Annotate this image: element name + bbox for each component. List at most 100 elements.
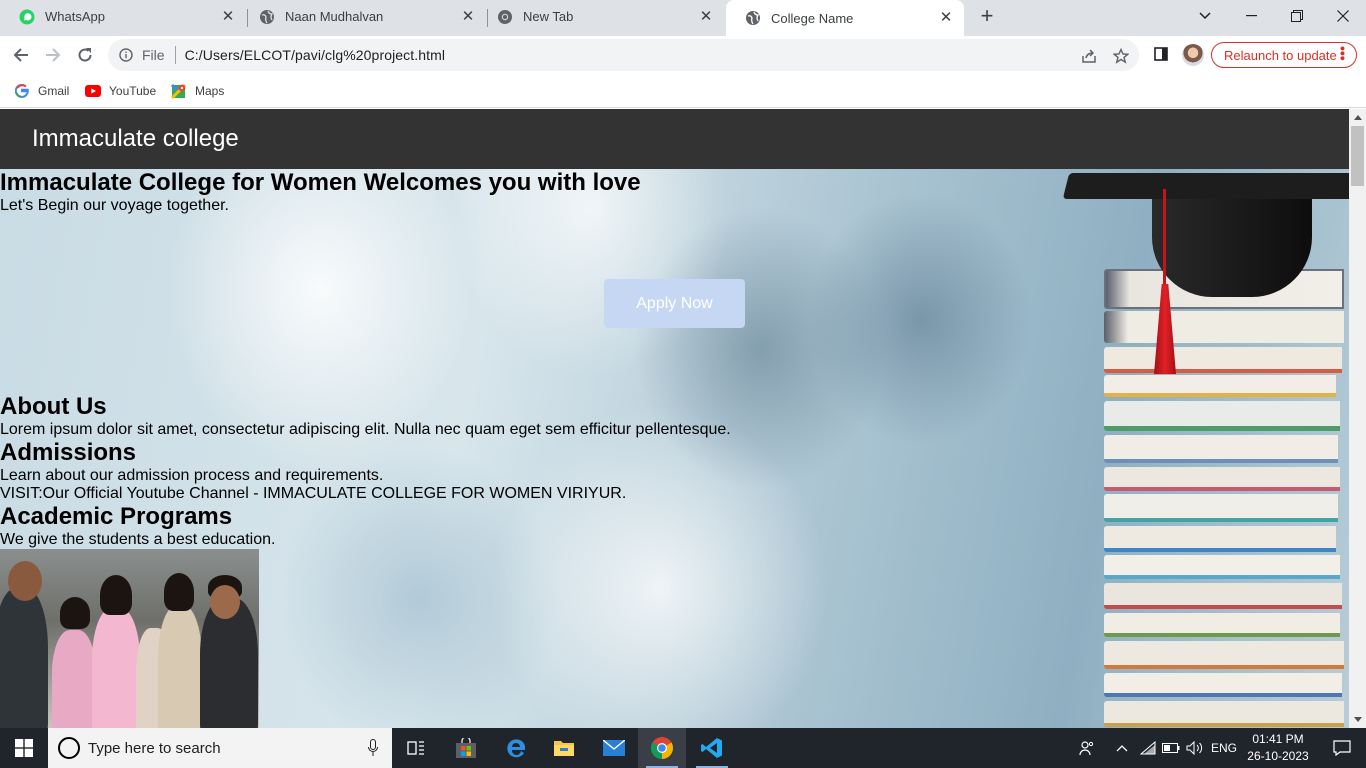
edge-icon: [507, 739, 525, 758]
new-tab-button[interactable]: +: [975, 5, 999, 29]
side-panel-button[interactable]: [1151, 44, 1171, 64]
youtube-icon: [85, 83, 101, 99]
tab-naan-mudhalvan[interactable]: Naan Mudhalvan ✕: [240, 0, 486, 33]
book: [1104, 673, 1342, 697]
person: [0, 588, 48, 728]
chrome-icon: [497, 9, 513, 25]
more-menu-icon: •••: [1335, 46, 1351, 61]
reload-button[interactable]: [70, 40, 100, 70]
tab-college-name[interactable]: College Name ✕: [726, 0, 964, 36]
minimize-button[interactable]: [1228, 0, 1274, 32]
taskbar-chrome[interactable]: [638, 728, 686, 768]
person-hair: [100, 575, 132, 615]
close-tab-icon[interactable]: ✕: [938, 10, 954, 26]
whatsapp-icon: [19, 9, 35, 25]
taskbar-search[interactable]: Type here to search: [48, 728, 392, 768]
arrow-right-icon: [46, 48, 61, 62]
scroll-up-icon[interactable]: [1349, 109, 1366, 126]
programs-text: We give the students a best education.: [0, 531, 276, 548]
close-tab-icon[interactable]: ✕: [460, 8, 476, 25]
taskbar-edge[interactable]: [492, 728, 540, 768]
people-icon[interactable]: [1076, 728, 1098, 768]
book: [1104, 494, 1338, 522]
start-button[interactable]: [0, 728, 48, 768]
address-bar[interactable]: File C:/Users/ELCOT/pavi/clg%20project.h…: [108, 39, 1139, 71]
taskbar-clock[interactable]: 01:41 PM 26-10-2023: [1238, 731, 1318, 765]
admissions-text: Learn about our admission process and re…: [0, 467, 384, 484]
profile-avatar[interactable]: [1182, 44, 1204, 66]
tab-whatsapp[interactable]: WhatsApp ✕: [0, 0, 246, 33]
about-text: Lorem ipsum dolor sit amet, consectetur …: [0, 421, 731, 438]
globe-icon: [259, 9, 275, 25]
taskbar-vscode[interactable]: [688, 728, 736, 768]
apply-now-button[interactable]: Apply Now: [604, 279, 745, 328]
close-tab-icon[interactable]: ✕: [698, 8, 714, 25]
tab-search-button[interactable]: [1182, 0, 1228, 32]
forward-button[interactable]: [38, 40, 68, 70]
share-icon[interactable]: [1080, 47, 1098, 65]
wifi-icon[interactable]: [1138, 728, 1158, 768]
cap-crown: [1152, 191, 1312, 297]
close-tab-icon[interactable]: ✕: [220, 8, 236, 25]
file-explorer-icon: [554, 741, 574, 756]
info-icon[interactable]: [118, 47, 134, 63]
bookmark-gmail[interactable]: Gmail: [14, 82, 69, 100]
students-photo: [0, 549, 259, 728]
task-view-button[interactable]: [392, 728, 440, 768]
arrow-left-icon: [13, 48, 28, 62]
bookmark-maps[interactable]: Maps: [171, 82, 224, 100]
bookmark-youtube[interactable]: YouTube: [85, 82, 156, 100]
bookmark-label: YouTube: [109, 84, 157, 98]
microphone-icon[interactable]: [368, 739, 378, 757]
taskbar-store[interactable]: [442, 728, 490, 768]
person-hair: [60, 597, 90, 629]
youtube-channel-link[interactable]: VISIT:Our Official Youtube Channel - IMM…: [0, 485, 626, 503]
tab-strip: WhatsApp ✕ Naan Mudhalvan ✕ New Tab ✕ Co…: [0, 0, 1366, 36]
taskbar-file-explorer[interactable]: [540, 728, 588, 768]
search-placeholder: Type here to search: [88, 739, 221, 757]
reload-icon: [78, 48, 92, 62]
books-graduation-cap-image: [1062, 169, 1349, 728]
book: [1104, 583, 1342, 609]
taskbar-mail[interactable]: [590, 728, 638, 768]
person-head: [8, 561, 42, 601]
notifications-button[interactable]: [1318, 728, 1366, 768]
admissions-heading: Admissions: [0, 439, 137, 466]
relaunch-button[interactable]: Relaunch to update •••: [1211, 42, 1357, 68]
minimize-icon: [1245, 15, 1257, 17]
book: [1104, 641, 1344, 669]
tassel-cord: [1163, 189, 1166, 289]
volume-icon[interactable]: [1184, 728, 1206, 768]
book: [1104, 526, 1336, 552]
scroll-down-icon[interactable]: [1349, 711, 1366, 728]
url-text[interactable]: C:/Users/ELCOT/pavi/clg%20project.html: [185, 47, 446, 63]
tab-new-tab[interactable]: New Tab ✕: [478, 0, 724, 33]
url-separator: [174, 46, 176, 64]
restore-button[interactable]: [1274, 0, 1320, 32]
battery-icon[interactable]: [1160, 728, 1182, 768]
person-head: [210, 585, 240, 619]
back-button[interactable]: [6, 40, 36, 70]
windows-taskbar: Type here to search ENG 01:41 PM 26-10-2…: [0, 728, 1366, 768]
close-window-button[interactable]: [1320, 0, 1366, 32]
google-icon: [14, 83, 30, 99]
book: [1104, 555, 1340, 579]
star-icon[interactable]: [1112, 47, 1130, 65]
mail-icon: [603, 740, 625, 756]
language-indicator[interactable]: ENG: [1208, 728, 1240, 768]
site-header: Immaculate college: [0, 109, 1349, 169]
page-scrollbar[interactable]: [1349, 109, 1366, 728]
bookmark-label: Maps: [195, 84, 225, 98]
person: [92, 608, 140, 728]
book: [1104, 311, 1344, 343]
url-scheme: File: [142, 47, 165, 63]
chevron-up-icon[interactable]: [1112, 728, 1132, 768]
bookmarks-bar: Gmail YouTube Maps: [0, 74, 1366, 108]
scrollbar-thumb[interactable]: [1351, 126, 1364, 186]
person: [52, 630, 96, 728]
book: [1104, 375, 1336, 397]
tab-title: New Tab: [523, 9, 574, 24]
clock-time: 01:41 PM: [1252, 732, 1304, 746]
tab-title: Naan Mudhalvan: [285, 9, 384, 24]
tab-title: WhatsApp: [45, 9, 105, 24]
